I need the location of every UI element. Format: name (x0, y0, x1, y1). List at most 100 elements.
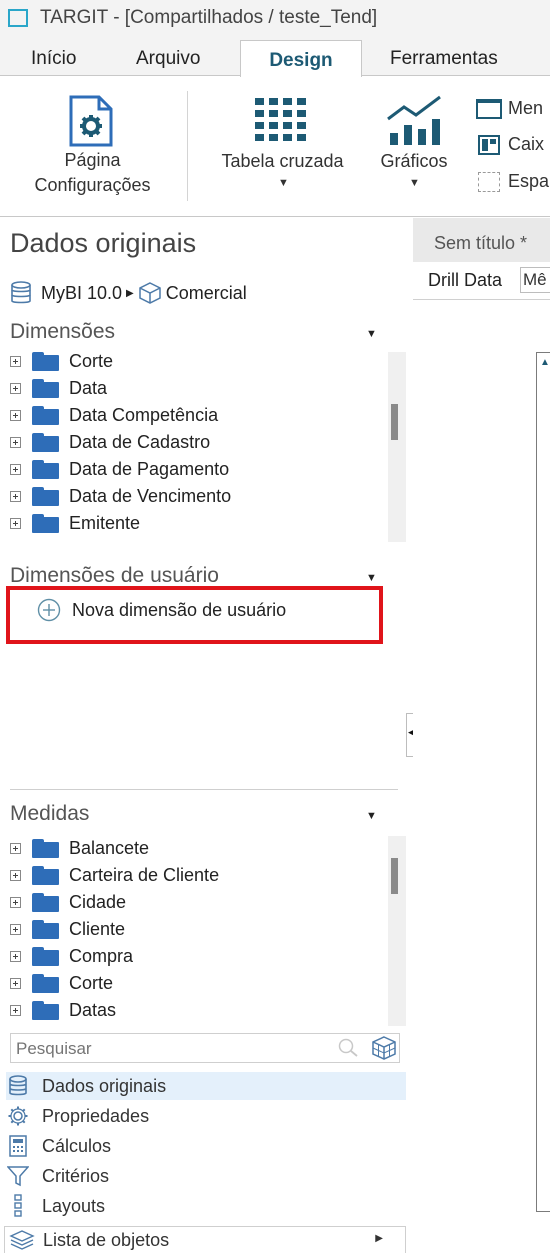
expand-icon[interactable] (10, 382, 21, 394)
panel-splitter[interactable] (10, 789, 398, 790)
text-box-icon (476, 99, 502, 119)
crosstab-button[interactable]: Tabela cruzada ▼ (205, 77, 360, 216)
ribbon-divider (187, 91, 188, 201)
menu-item-small-2-label: Caix (508, 134, 545, 154)
chevron-right-icon: ▶ (375, 1233, 383, 1244)
list-item-label: Data de Pagamento (69, 458, 230, 479)
nav-item-layouts[interactable]: Layouts (6, 1192, 406, 1220)
list-item[interactable]: Data de Pagamento (10, 456, 229, 482)
drill-data-label: Drill Data (428, 270, 503, 290)
filter-icon (6, 1164, 30, 1188)
nav-item-criterios[interactable]: Critérios (6, 1162, 406, 1190)
nav-item-label: Cálculos (42, 1135, 112, 1156)
dimensions-chevron-down-icon[interactable]: ▼ (366, 328, 377, 340)
list-item-label: Emitente (69, 512, 141, 533)
folder-icon (32, 919, 59, 939)
expand-icon[interactable] (10, 517, 21, 529)
list-item[interactable]: Data Competência (10, 402, 218, 428)
breadcrumb-source[interactable]: MyBI 10.0 (41, 283, 122, 304)
report-object-frame[interactable]: ▲ (536, 352, 550, 1212)
expand-icon[interactable] (10, 977, 21, 989)
page-settings-button[interactable]: Página Configurações (0, 77, 185, 216)
list-item-label: Data de Vencimento (69, 485, 232, 506)
object-list-button[interactable]: Lista de objetos ▶ (4, 1226, 406, 1253)
expand-icon[interactable] (10, 950, 21, 962)
cube-grid-icon[interactable] (371, 1036, 397, 1060)
canvas[interactable]: ▲ (413, 300, 550, 1253)
crosstab-chevron-down-icon[interactable]: ▼ (278, 177, 289, 189)
breadcrumb-cube[interactable]: Comercial (166, 283, 247, 304)
page-settings-label-2: Configurações (34, 175, 151, 195)
ribbon: Página Configurações Tabela cruzada ▼ Gr… (0, 77, 550, 217)
nav-item-dados-originais[interactable]: Dados originais (6, 1072, 406, 1100)
triangle-up-icon[interactable]: ▲ (540, 357, 550, 368)
list-item[interactable]: Balancete (10, 835, 149, 861)
folder-icon (32, 351, 59, 371)
list-item[interactable]: Corte (10, 970, 113, 996)
highlight-callout (6, 586, 383, 644)
spacer-icon (478, 172, 500, 192)
expand-icon[interactable] (10, 1004, 21, 1016)
expand-icon[interactable] (10, 463, 21, 475)
expand-icon[interactable] (10, 923, 21, 935)
dimensions-scroll-thumb[interactable] (391, 404, 398, 440)
tab-design[interactable]: Design (240, 40, 362, 77)
user-dimensions-heading: Dimensões de usuário (10, 564, 219, 587)
measures-heading: Medidas (10, 802, 90, 825)
tab-design-label: Design (269, 50, 333, 71)
menu-item-small-2[interactable]: Caix (476, 133, 550, 159)
list-item-label: Carteira de Cliente (69, 864, 220, 885)
tab-inicio[interactable]: Início (31, 48, 76, 70)
list-item[interactable]: Data de Vencimento (10, 483, 231, 509)
menu-item-small-3-label: Espa (508, 171, 550, 191)
list-item[interactable]: Cliente (10, 916, 125, 942)
charts-button[interactable]: Gráficos ▼ (368, 77, 460, 216)
tab-arquivo[interactable]: Arquivo (136, 48, 200, 70)
folder-icon (32, 513, 59, 533)
list-item[interactable]: Carteira de Cliente (10, 862, 219, 888)
document-tab-title: Sem título * (434, 233, 528, 253)
list-item[interactable]: Data (10, 375, 107, 401)
expand-icon[interactable] (10, 490, 21, 502)
tab-ferramentas[interactable]: Ferramentas (390, 48, 498, 70)
drill-data-select[interactable]: Mê (520, 267, 550, 293)
list-item-label: Compra (69, 945, 134, 966)
list-item[interactable]: Emitente (10, 510, 140, 536)
measures-scroll-thumb[interactable] (391, 858, 398, 894)
breadcrumb[interactable]: MyBI 10.0 ▶ Comercial (10, 280, 247, 306)
measures-chevron-down-icon[interactable]: ▼ (366, 810, 377, 822)
list-item[interactable]: Corte (10, 348, 113, 374)
expand-icon[interactable] (10, 842, 21, 854)
app-icon (8, 9, 28, 27)
expand-icon[interactable] (10, 896, 21, 908)
measures-list: Balancete Carteira de Cliente Cidade Cli… (0, 835, 412, 1025)
document-tab[interactable]: Sem título * (413, 226, 550, 262)
list-item-label: Cidade (69, 891, 127, 912)
menu-item-small-3[interactable]: Espa (476, 170, 550, 196)
page-settings-icon (69, 95, 113, 147)
list-item-label: Balancete (69, 837, 150, 858)
list-item-label: Corte (69, 972, 114, 993)
folder-icon (32, 486, 59, 506)
expand-icon[interactable] (10, 409, 21, 421)
list-item[interactable]: Compra (10, 943, 133, 969)
nav-item-label: Propriedades (42, 1105, 150, 1126)
expand-icon[interactable] (10, 869, 21, 881)
menu-item-small-1[interactable]: Men (476, 97, 550, 123)
dimensions-scrollbar[interactable] (388, 352, 406, 542)
user-dimensions-chevron-down-icon[interactable]: ▼ (366, 572, 377, 584)
object-list-label: Lista de objetos (43, 1229, 170, 1250)
nav-item-calculos[interactable]: Cálculos (6, 1132, 406, 1160)
list-item-label: Data de Cadastro (69, 431, 211, 452)
search-icon[interactable] (337, 1038, 359, 1058)
list-item[interactable]: Data de Cadastro (10, 429, 210, 455)
list-item[interactable]: Datas (10, 997, 116, 1023)
folder-icon (32, 405, 59, 425)
list-item[interactable]: Cidade (10, 889, 126, 915)
charts-chevron-down-icon[interactable]: ▼ (409, 177, 420, 189)
search-input[interactable] (14, 1037, 336, 1061)
nav-item-propriedades[interactable]: Propriedades (6, 1102, 406, 1130)
expand-icon[interactable] (10, 436, 21, 448)
expand-icon[interactable] (10, 355, 21, 367)
crosstab-icon (255, 98, 306, 141)
